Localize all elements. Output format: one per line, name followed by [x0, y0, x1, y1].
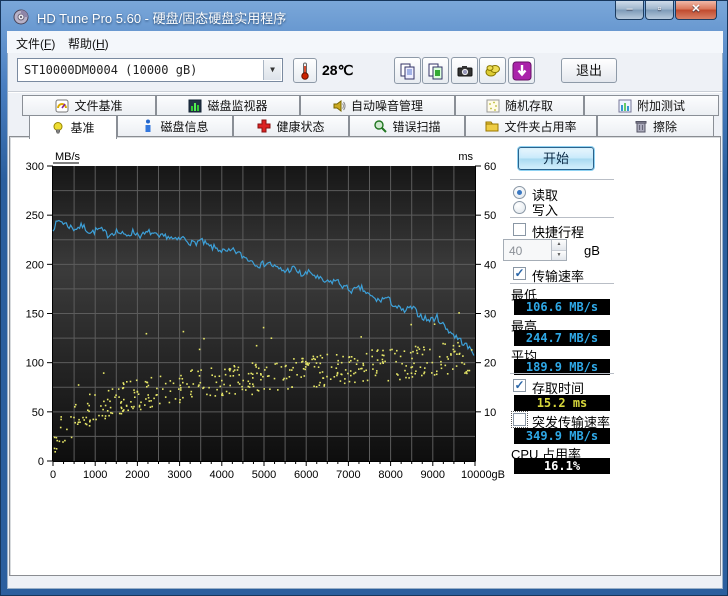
tab-auto-acoustic[interactable]: 自动噪音管理	[300, 95, 455, 116]
svg-text:8000: 8000	[378, 469, 402, 481]
svg-text:6000: 6000	[294, 469, 318, 481]
drive-select[interactable]: ST10000DM0004 (10000 gB) ▼	[17, 58, 283, 82]
minimize-button[interactable]: –	[615, 1, 644, 20]
speaker-icon	[333, 99, 346, 112]
window-title: HD Tune Pro 5.60 - 硬盘/固态硬盘实用程序	[37, 11, 287, 26]
svg-text:7000: 7000	[336, 469, 360, 481]
short-stroke-checkbox[interactable]	[513, 223, 526, 236]
separator	[510, 217, 614, 218]
menu-help[interactable]: 帮助(H)	[61, 31, 116, 53]
spinner-up-icon[interactable]: ▲	[552, 240, 566, 251]
copy-text-icon	[400, 63, 414, 79]
tab-health[interactable]: 健康状态	[233, 115, 349, 137]
write-radio[interactable]	[513, 201, 526, 214]
tab-error-scan[interactable]: 错误扫描	[349, 115, 465, 137]
health-cross-icon	[257, 119, 271, 133]
short-stroke-unit: gB	[584, 243, 600, 258]
thermometer-icon	[301, 62, 309, 80]
svg-text:60: 60	[484, 161, 496, 173]
separator	[510, 179, 614, 180]
svg-text:1000: 1000	[83, 469, 107, 481]
download-arrow-icon	[512, 61, 531, 80]
tab-benchmark[interactable]: 基准	[29, 115, 117, 139]
burst-rate-checkbox[interactable]	[511, 411, 528, 428]
update-check-button[interactable]	[508, 57, 535, 84]
start-button[interactable]: 开始	[518, 147, 594, 170]
access-time-checkbox[interactable]: ✓	[513, 379, 526, 392]
svg-text:20: 20	[484, 358, 496, 370]
app-window: HD Tune Pro 5.60 - 硬盘/固态硬盘实用程序 – ▫ ✕ 文件(…	[0, 0, 728, 596]
app-icon	[13, 9, 29, 25]
svg-text:5000: 5000	[252, 469, 276, 481]
svg-text:30: 30	[484, 309, 496, 321]
read-radio[interactable]	[513, 186, 526, 199]
chevron-down-icon[interactable]: ▼	[263, 60, 281, 80]
disk-monitor-icon	[188, 99, 202, 112]
svg-text:50: 50	[32, 407, 44, 419]
svg-text:2000: 2000	[125, 469, 149, 481]
min-value: 106.6 MB/s	[514, 299, 610, 315]
transfer-rate-checkbox[interactable]: ✓	[513, 267, 526, 280]
svg-text:300: 300	[26, 161, 44, 173]
close-button[interactable]: ✕	[675, 1, 717, 20]
maximize-button[interactable]: ▫	[645, 1, 674, 20]
svg-text:3000: 3000	[167, 469, 191, 481]
benchmark-bulb-icon	[53, 121, 63, 134]
temperature-value: 28℃	[322, 62, 354, 78]
camera-icon	[457, 65, 472, 76]
extra-tests-icon	[618, 99, 632, 112]
separator	[510, 283, 614, 284]
tab-disk-info[interactable]: 磁盘信息	[117, 115, 233, 137]
tab-folder-usage[interactable]: 文件夹占用率	[465, 115, 597, 137]
burst-rate-value: 349.9 MB/s	[514, 428, 610, 444]
svg-text:0: 0	[38, 456, 44, 468]
copy-image-icon	[428, 63, 442, 79]
cpu-usage-value: 16.1%	[514, 458, 610, 474]
save-results-button[interactable]	[479, 57, 506, 84]
separator	[510, 373, 614, 374]
spinner-down-icon[interactable]: ▼	[552, 250, 566, 260]
svg-text:40: 40	[484, 259, 496, 271]
tab-disk-monitor[interactable]: 磁盘监视器	[156, 95, 300, 116]
svg-text:MB/s: MB/s	[55, 151, 81, 163]
tab-random-access[interactable]: 随机存取	[455, 95, 584, 116]
exit-button[interactable]: 退出	[561, 58, 617, 83]
short-stroke-spinner[interactable]: 40 ▲ ▼	[503, 239, 567, 261]
svg-text:150: 150	[26, 309, 44, 321]
svg-text:250: 250	[26, 210, 44, 222]
copy-image-button[interactable]	[422, 57, 449, 84]
benchmark-chart: 0 50 100 150 200 250 300 10 20 30 40 50 60 0 1000 2000 3…	[26, 151, 505, 481]
access-time-value: 15.2 ms	[514, 395, 610, 411]
max-value: 244.7 MB/s	[514, 330, 610, 346]
svg-text:4000: 4000	[210, 469, 234, 481]
copy-text-button[interactable]	[394, 57, 421, 84]
svg-text:50: 50	[484, 210, 496, 222]
toolbar-separator	[8, 91, 722, 93]
svg-text:200: 200	[26, 259, 44, 271]
tab-erase[interactable]: 擦除	[597, 115, 714, 137]
trash-icon	[635, 121, 647, 133]
svg-text:10: 10	[484, 407, 496, 419]
title-bar[interactable]: HD Tune Pro 5.60 - 硬盘/固态硬盘实用程序 – ▫ ✕	[1, 1, 727, 31]
screenshot-button[interactable]	[451, 57, 478, 84]
svg-text:9000: 9000	[421, 469, 445, 481]
file-benchmark-icon	[55, 99, 69, 112]
svg-text:10000gB: 10000gB	[461, 469, 505, 481]
info-icon	[145, 119, 151, 132]
svg-text:100: 100	[26, 358, 44, 370]
drive-select-value: ST10000DM0004 (10000 gB)	[24, 63, 198, 77]
random-access-icon	[486, 99, 500, 112]
tab-file-benchmark[interactable]: 文件基准	[22, 95, 156, 116]
hand-icon	[485, 64, 500, 76]
menu-file[interactable]: 文件(F)	[9, 31, 62, 53]
short-stroke-value: 40	[509, 244, 523, 258]
magnifier-icon	[374, 120, 388, 133]
tab-extra-tests[interactable]: 附加测试	[584, 95, 719, 116]
temperature-button[interactable]	[293, 58, 317, 83]
svg-text:ms: ms	[458, 151, 473, 163]
svg-text:0: 0	[50, 469, 56, 481]
folder-icon	[485, 121, 499, 132]
